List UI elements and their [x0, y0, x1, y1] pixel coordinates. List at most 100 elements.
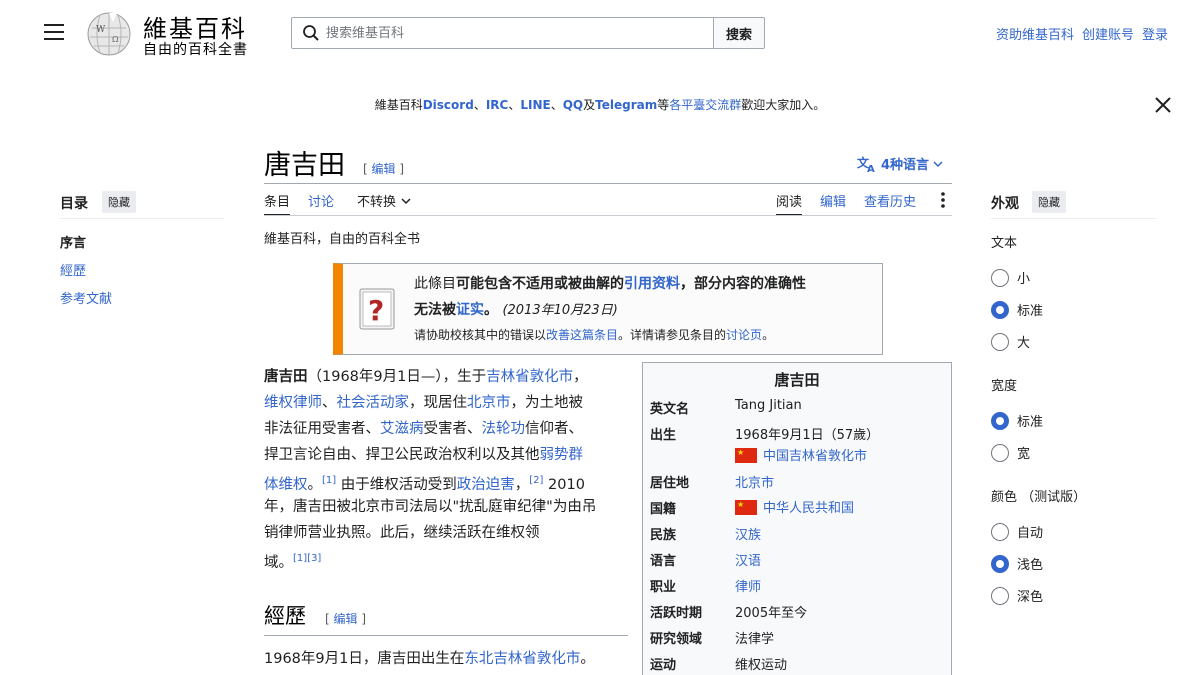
persecution-link[interactable]: 政治迫害: [457, 477, 515, 493]
ref-link[interactable]: [2]: [529, 475, 543, 486]
language-link[interactable]: 汉语: [735, 550, 761, 569]
toc-item-intro[interactable]: 序言: [60, 232, 86, 251]
notice-line-2: 无法被证实。 (2013年10月23日): [414, 302, 618, 318]
birthplace-link[interactable]: 中国吉林省敦化市: [763, 449, 867, 464]
toc-hide-button[interactable]: 隐藏: [102, 191, 136, 213]
talk-page-link[interactable]: 讨论页: [726, 328, 762, 342]
color-auto-radio[interactable]: 自动: [991, 522, 1043, 541]
chevron-down-icon: [933, 160, 943, 167]
notice-line-1: 此條目可能包含不适用或被曲解的引用资料，部分内容的准确性: [414, 276, 806, 292]
aids-link[interactable]: 艾滋病: [380, 421, 424, 437]
toc-item-career[interactable]: 經歷: [60, 260, 86, 279]
section-text: 1968年9月1日，唐吉田出生在东北吉林省敦化市。: [264, 651, 595, 667]
width-label: 宽度: [991, 379, 1018, 394]
toc-item-references[interactable]: 参考文献: [60, 288, 112, 307]
close-icon[interactable]: [1153, 95, 1173, 115]
radio-icon: [991, 586, 1009, 605]
divider: [60, 218, 224, 219]
infobox-label: 民族: [650, 528, 677, 543]
improve-link[interactable]: 改善这篇条目: [546, 328, 618, 342]
more-options-icon[interactable]: [938, 191, 948, 209]
appearance-hide-button[interactable]: 隐藏: [1032, 191, 1066, 213]
radio-selected-icon: [991, 411, 1009, 430]
china-flag-icon: [735, 500, 757, 515]
tab-history[interactable]: 查看历史: [864, 191, 916, 210]
section-edit-link[interactable]: [ 编辑 ]: [325, 610, 366, 627]
svg-text:?: ?: [368, 294, 384, 327]
appearance-title: 外观: [991, 196, 1019, 212]
telegram-link[interactable]: Telegram: [595, 98, 657, 112]
text-size-small-radio[interactable]: 小: [991, 268, 1030, 287]
radio-selected-icon: [991, 300, 1009, 319]
irc-link[interactable]: IRC: [486, 98, 509, 112]
occupation-link[interactable]: 律师: [735, 576, 761, 595]
divider: [991, 218, 1156, 219]
svg-text:A: A: [867, 164, 875, 173]
infobox-label: 职业: [650, 580, 677, 595]
ethnicity-link[interactable]: 汉族: [735, 524, 761, 543]
infobox-value: 维权运动: [735, 658, 788, 673]
title-edit-link[interactable]: [ 编辑 ]: [363, 160, 404, 177]
logo-subtitle: 自由的百科全書: [143, 42, 248, 58]
width-standard-radio[interactable]: 标准: [991, 411, 1043, 430]
login-link[interactable]: 登录: [1142, 24, 1168, 43]
groups-link[interactable]: 各平臺交流群: [669, 98, 741, 112]
variant-dropdown[interactable]: 不转换: [357, 191, 411, 210]
site-sub: 維基百科，自由的百科全书: [264, 232, 421, 247]
donate-link[interactable]: 资助维基百科: [996, 24, 1074, 43]
site-notice: 維基百科Discord、IRC、LINE、QQ及Telegram等各平臺交流群歡…: [374, 98, 826, 112]
infobox-value: 2005年至今: [735, 606, 808, 621]
residence-link[interactable]: 北京市: [735, 472, 774, 491]
dunhua-link[interactable]: 吉林省敦化市: [486, 369, 573, 385]
infobox-label: 国籍: [650, 502, 677, 517]
citation-link[interactable]: 引用资料: [624, 276, 680, 292]
vulnerable-groups-link-2[interactable]: 体维权: [264, 477, 308, 493]
line-link[interactable]: LINE: [520, 98, 550, 112]
ref-link[interactable]: [1][3]: [293, 553, 321, 564]
radio-icon: [991, 268, 1009, 287]
falungong-link[interactable]: 法轮功: [482, 421, 526, 437]
discord-link[interactable]: Discord: [423, 98, 474, 112]
activist-link[interactable]: 社会活动家: [337, 395, 410, 411]
create-account-link[interactable]: 创建账号: [1082, 24, 1134, 43]
lead-paragraph: 唐吉田（1968年9月1日—），生于吉林省敦化市， 维权律师、社会活动家，现居住…: [264, 369, 597, 571]
tab-edit[interactable]: 编辑: [820, 191, 846, 210]
section-heading: 經歷: [264, 604, 306, 628]
color-dark-radio[interactable]: 深色: [991, 586, 1043, 605]
search-box[interactable]: [291, 17, 714, 49]
nationality-link[interactable]: 中华人民共和国: [763, 501, 854, 516]
vulnerable-groups-link[interactable]: 弱势群: [540, 447, 584, 463]
infobox-label: 英文名: [650, 402, 690, 417]
question-book-icon: ?: [359, 288, 395, 330]
china-flag-icon: [735, 448, 757, 463]
main-menu-icon[interactable]: [44, 24, 64, 42]
radio-selected-icon: [991, 554, 1009, 573]
search-button[interactable]: 搜索: [713, 17, 765, 49]
text-size-label: 文本: [991, 236, 1018, 251]
ref-link[interactable]: [1]: [322, 475, 336, 486]
toc-title: 目录: [60, 196, 88, 212]
tab-read[interactable]: 阅读: [776, 191, 803, 216]
text-size-standard-radio[interactable]: 标准: [991, 300, 1043, 319]
width-wide-radio[interactable]: 宽: [991, 443, 1030, 462]
verify-link[interactable]: 证实: [456, 302, 484, 318]
radio-icon: [991, 522, 1009, 541]
infobox-value: 中华人民共和国: [735, 497, 854, 516]
language-button[interactable]: 文 A 4种语言: [857, 154, 943, 173]
qq-link[interactable]: QQ: [563, 98, 583, 112]
beijing-link[interactable]: 北京市: [467, 395, 511, 411]
divider: [264, 215, 952, 216]
chevron-down-icon: [401, 197, 411, 204]
wikipedia-globe-icon[interactable]: W Ω: [84, 10, 134, 56]
infobox-label: 居住地: [650, 476, 690, 491]
radio-icon: [991, 332, 1009, 351]
northeast-link[interactable]: 东北吉林省敦化市: [464, 651, 580, 667]
notice-line-3: 请协助校核其中的错误以改善这篇条目。详情请参见条目的讨论页。: [414, 328, 775, 342]
search-input[interactable]: [326, 25, 713, 41]
text-size-large-radio[interactable]: 大: [991, 332, 1030, 351]
color-light-radio[interactable]: 浅色: [991, 554, 1043, 573]
rights-lawyer-link[interactable]: 维权律师: [264, 395, 322, 411]
tab-article[interactable]: 条目: [264, 191, 291, 216]
color-label: 颜色 （测试版）: [991, 490, 1087, 505]
tab-talk[interactable]: 讨论: [308, 191, 334, 210]
